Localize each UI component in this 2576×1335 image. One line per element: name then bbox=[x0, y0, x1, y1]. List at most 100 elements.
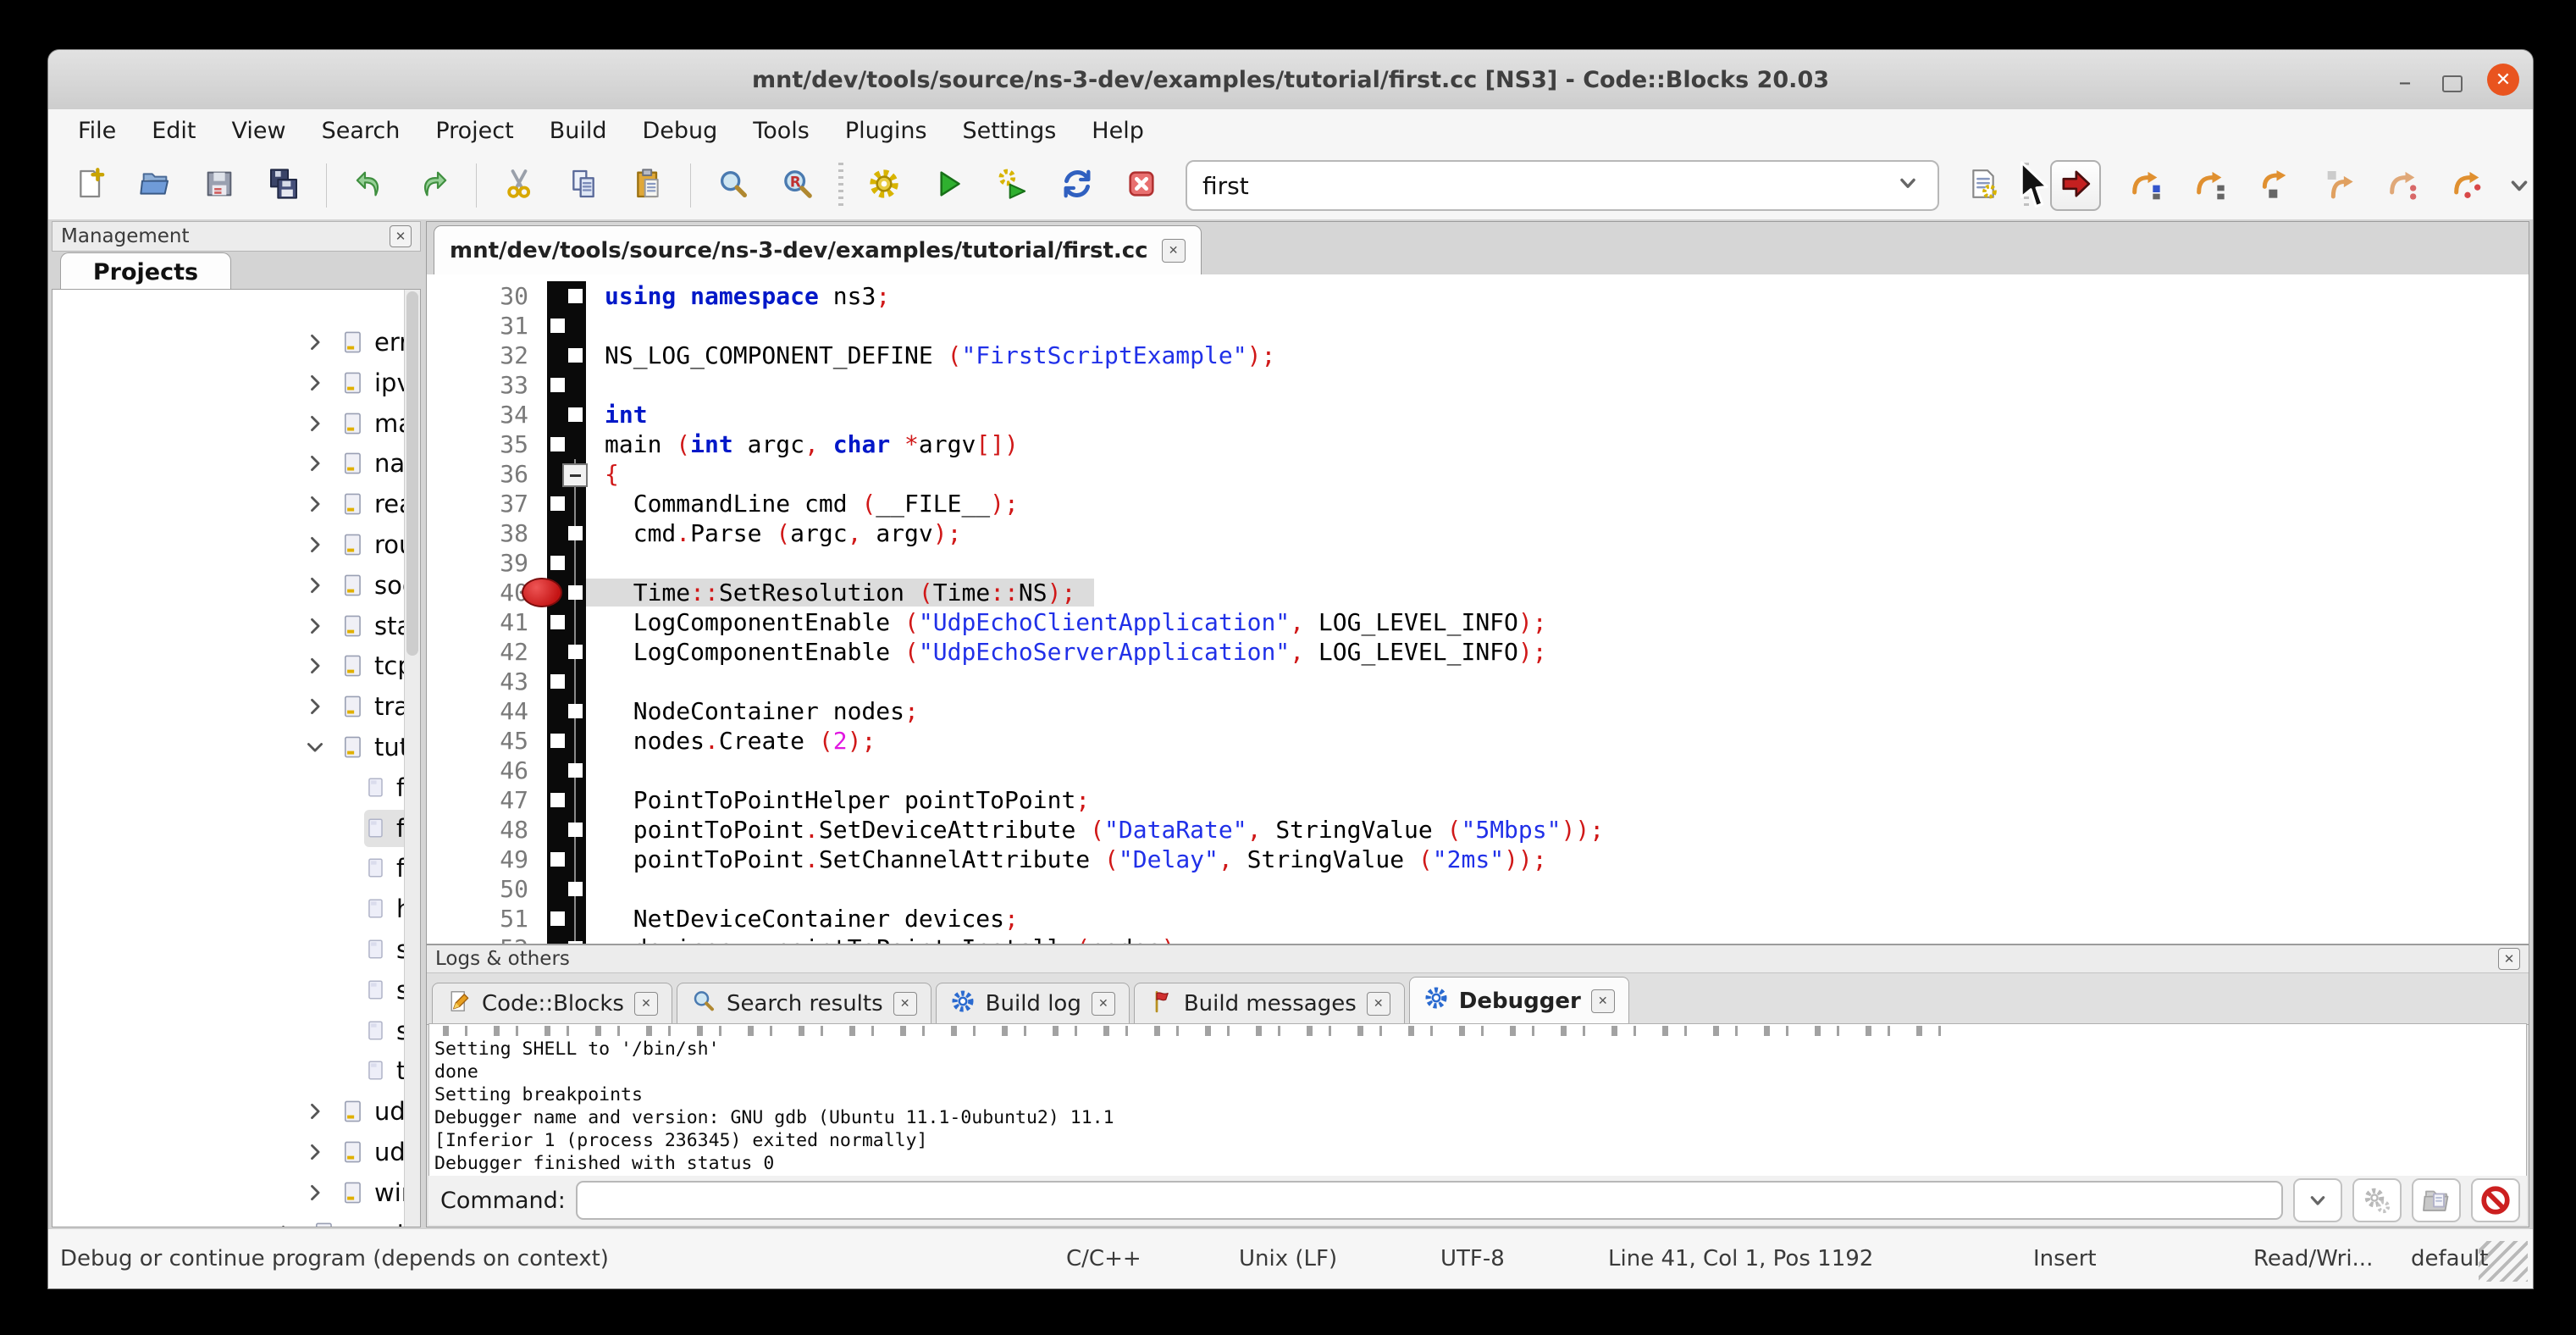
chevron-right-icon[interactable] bbox=[303, 1100, 327, 1127]
chevron-right-icon[interactable] bbox=[303, 573, 327, 601]
tree-item-th[interactable]: th bbox=[53, 1050, 405, 1091]
log-tab-close-icon[interactable]: ✕ bbox=[634, 992, 658, 1016]
management-close-icon[interactable]: ✕ bbox=[390, 225, 412, 247]
breakpoint-margin[interactable] bbox=[547, 815, 586, 845]
tree-item-se[interactable]: se bbox=[53, 929, 405, 970]
build-button[interactable] bbox=[865, 166, 904, 205]
breakpoint-margin[interactable] bbox=[547, 785, 586, 815]
breakpoint-margin[interactable] bbox=[547, 667, 586, 696]
build-and-run-button[interactable] bbox=[993, 166, 1032, 205]
breakpoint-margin[interactable] bbox=[547, 400, 586, 429]
abort-build-button[interactable] bbox=[1122, 166, 1161, 205]
line-number[interactable]: 39 bbox=[427, 549, 540, 577]
breakpoint-margin[interactable] bbox=[547, 459, 586, 489]
next-instruction-button[interactable] bbox=[2384, 166, 2423, 205]
breakpoint-margin[interactable] bbox=[547, 489, 586, 518]
line-number[interactable]: 37 bbox=[427, 490, 540, 518]
tree-item-mat[interactable]: mat bbox=[53, 403, 405, 444]
breakpoint-margin[interactable] bbox=[547, 370, 586, 400]
editor-tab-close-icon[interactable]: ✕ bbox=[1162, 239, 1186, 263]
line-number[interactable]: 47 bbox=[427, 786, 540, 814]
menu-debug[interactable]: Debug bbox=[625, 118, 736, 144]
tree-item-se[interactable]: se bbox=[53, 970, 405, 1011]
close-button[interactable]: ✕ bbox=[2487, 64, 2519, 96]
line-number[interactable]: 30 bbox=[427, 282, 540, 310]
undo-button[interactable] bbox=[350, 166, 389, 205]
line-number[interactable]: 38 bbox=[427, 519, 540, 547]
step-out-button[interactable] bbox=[2319, 166, 2358, 205]
save-file-button[interactable] bbox=[200, 166, 239, 205]
debugger-settings-button[interactable] bbox=[2352, 1178, 2402, 1222]
breakpoint-margin[interactable] bbox=[547, 933, 586, 944]
menu-search[interactable]: Search bbox=[304, 118, 418, 144]
debugger-stop-button[interactable] bbox=[2471, 1178, 2520, 1222]
tree-item-ipv6[interactable]: ipv6 bbox=[53, 363, 405, 403]
next-line-button[interactable] bbox=[2191, 166, 2230, 205]
code-editor[interactable]: 30using namespace ns3;3132NS_LOG_COMPONE… bbox=[427, 274, 2529, 944]
maximize-button[interactable] bbox=[2440, 67, 2465, 92]
toolbar-overflow-chevron-icon[interactable] bbox=[2500, 166, 2534, 205]
tree-item-six[interactable]: six bbox=[53, 1011, 405, 1051]
line-number[interactable]: 36 bbox=[427, 460, 540, 488]
line-number[interactable]: 51 bbox=[427, 905, 540, 933]
project-tree[interactable]: erroipv6matnamrealroutsockstattcptraftut… bbox=[52, 289, 421, 1227]
step-into-button[interactable] bbox=[2255, 166, 2294, 205]
line-number[interactable]: 41 bbox=[427, 608, 540, 636]
tree-item-real[interactable]: real bbox=[53, 484, 405, 524]
menu-settings[interactable]: Settings bbox=[945, 118, 1075, 144]
tab-projects[interactable]: Projects bbox=[60, 252, 231, 291]
chevron-right-icon[interactable] bbox=[303, 614, 327, 641]
log-tab-close-icon[interactable]: ✕ bbox=[1092, 992, 1115, 1016]
line-number[interactable]: 43 bbox=[427, 668, 540, 695]
menu-project[interactable]: Project bbox=[417, 118, 531, 144]
tree-item-fir[interactable]: fir bbox=[53, 808, 405, 849]
tree-item-sock[interactable]: sock bbox=[53, 565, 405, 606]
tree-item-fo[interactable]: fo bbox=[53, 848, 405, 889]
tree-item-scratch[interactable]: scratch bbox=[53, 1213, 405, 1227]
chevron-right-icon[interactable] bbox=[303, 695, 327, 722]
tree-item-erro[interactable]: erro bbox=[53, 322, 405, 363]
log-tab-build-messages[interactable]: Build messages✕ bbox=[1134, 983, 1405, 1024]
tree-item-tuto[interactable]: tuto bbox=[53, 727, 405, 767]
minimize-button[interactable]: – bbox=[2392, 67, 2418, 92]
log-tab-debugger[interactable]: Debugger✕ bbox=[1409, 977, 1629, 1024]
menu-edit[interactable]: Edit bbox=[134, 118, 213, 144]
titlebar[interactable]: mnt/dev/tools/source/ns-3-dev/examples/t… bbox=[48, 50, 2533, 110]
breakpoint-icon[interactable] bbox=[522, 578, 562, 607]
new-file-button[interactable] bbox=[71, 166, 110, 205]
breakpoint-margin[interactable] bbox=[547, 281, 586, 311]
build-target-combobox[interactable]: first bbox=[1186, 160, 1939, 211]
find-button[interactable] bbox=[714, 166, 753, 205]
chevron-right-icon[interactable] bbox=[303, 371, 327, 398]
build-target-options-button[interactable] bbox=[1964, 166, 2003, 205]
chevron-right-icon[interactable] bbox=[303, 451, 327, 479]
chevron-right-icon[interactable] bbox=[303, 654, 327, 681]
line-number[interactable]: 32 bbox=[427, 341, 540, 369]
chevron-right-icon[interactable] bbox=[303, 330, 327, 357]
log-tab-build-log[interactable]: Build log✕ bbox=[936, 983, 1130, 1024]
line-number[interactable]: 49 bbox=[427, 845, 540, 873]
redo-button[interactable] bbox=[414, 166, 453, 205]
log-tab-close-icon[interactable]: ✕ bbox=[893, 992, 917, 1016]
debugger-copy-button[interactable] bbox=[2412, 1178, 2461, 1222]
log-tab-close-icon[interactable]: ✕ bbox=[1367, 992, 1390, 1016]
tree-item-he[interactable]: he bbox=[53, 889, 405, 929]
breakpoint-margin[interactable] bbox=[547, 311, 586, 341]
log-tab-code-blocks[interactable]: Code::Blocks✕ bbox=[432, 983, 672, 1024]
line-number[interactable]: 34 bbox=[427, 401, 540, 429]
run-to-cursor-button[interactable] bbox=[2126, 166, 2165, 205]
line-number[interactable]: 46 bbox=[427, 756, 540, 784]
tree-item-rout[interactable]: rout bbox=[53, 524, 405, 565]
tree-item-udp[interactable]: udp bbox=[53, 1091, 405, 1132]
line-number[interactable]: 35 bbox=[427, 430, 540, 458]
breakpoint-margin[interactable] bbox=[547, 874, 586, 904]
breakpoint-margin[interactable] bbox=[547, 696, 586, 726]
menu-tools[interactable]: Tools bbox=[735, 118, 827, 144]
menu-view[interactable]: View bbox=[213, 118, 303, 144]
line-number[interactable]: 52 bbox=[427, 934, 540, 944]
replace-button[interactable]: R bbox=[778, 166, 817, 205]
debug-continue-button[interactable] bbox=[2050, 160, 2101, 211]
editor-tab-first-cc[interactable]: mnt/dev/tools/source/ns-3-dev/examples/t… bbox=[434, 225, 1202, 274]
menu-help[interactable]: Help bbox=[1074, 118, 1162, 144]
line-number[interactable]: 48 bbox=[427, 816, 540, 844]
